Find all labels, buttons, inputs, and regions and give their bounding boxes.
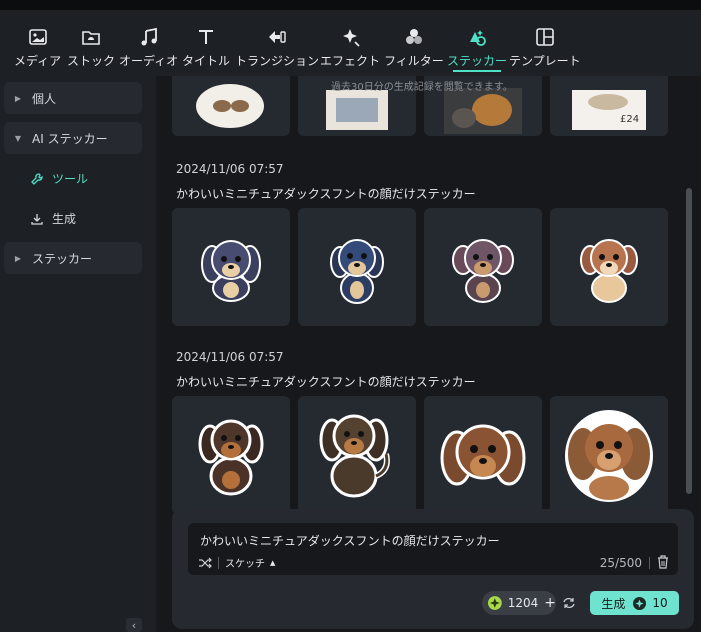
refresh-icon[interactable]	[562, 596, 576, 610]
credits-badge[interactable]: 1204 +	[482, 591, 556, 615]
prompt-input-box[interactable]: かわいいミニチュアダックスフントの顔だけステッカー スケッチ ▲ 25/500	[188, 523, 678, 575]
vertical-scrollbar[interactable]	[686, 188, 692, 494]
toolbar-title-label: タイトル	[182, 54, 231, 68]
style-dropdown[interactable]: スケッチ	[225, 555, 265, 570]
divider	[218, 556, 219, 569]
filter-circles-icon	[405, 29, 422, 44]
music-note-icon	[141, 27, 157, 46]
section-date: 2024/11/06 07:57	[176, 350, 284, 364]
toolbar-template-tab[interactable]: テンプレート	[509, 26, 581, 69]
sidebar-group-personal[interactable]: ▶ 個人	[4, 82, 142, 114]
chevron-down-icon: ▼	[14, 133, 22, 143]
download-tray-icon	[31, 213, 43, 225]
partial-sticker-image: £24	[572, 90, 646, 130]
chevron-right-icon: ▶	[14, 93, 22, 103]
active-tab-indicator	[453, 70, 501, 72]
sticker-tile[interactable]	[550, 396, 668, 514]
sticker-sidebar: ▶ 個人 ▼ AI ステッカー ツール 生成 ▶ ステッカー	[0, 76, 156, 632]
transition-arrows-icon	[269, 31, 286, 43]
stock-icon	[82, 31, 100, 45]
toolbar-stock-tab[interactable]: ストック	[67, 26, 115, 69]
toolbar-filter-label: フィルター	[384, 54, 444, 68]
section-date: 2024/11/06 07:57	[176, 162, 284, 176]
section-prompt: かわいいミニチュアダックスフントの顔だけステッカー	[176, 375, 476, 389]
shuffle-icon[interactable]	[198, 557, 212, 569]
media-icon	[28, 29, 47, 45]
sticker-tile[interactable]	[298, 396, 416, 514]
chevron-left-icon: ‹	[131, 618, 137, 632]
generate-button[interactable]: 生成 10	[590, 591, 679, 615]
long-hair-dachshund-sticker	[319, 414, 390, 498]
sticker-tile[interactable]	[298, 208, 416, 326]
navy-puppy-sticker	[330, 239, 384, 304]
toolbar-media-label: メディア	[14, 54, 62, 68]
trash-icon[interactable]	[656, 554, 670, 570]
text-t-icon	[199, 30, 213, 44]
caret-up-icon: ▲	[270, 558, 276, 567]
sidebar-item-label: 生成	[52, 212, 77, 226]
style-selector-row: スケッチ ▲	[198, 555, 275, 570]
plus-icon: +	[544, 595, 556, 611]
history-hint: 過去30日分の生成記録を閲覧できます。	[331, 82, 513, 93]
wrench-icon	[31, 172, 43, 185]
sidebar-item-label: ツール	[52, 172, 89, 186]
toolbar-filter-tab[interactable]: フィルター	[384, 26, 444, 69]
sticker-tile[interactable]	[424, 396, 542, 514]
sidebar-group-sticker[interactable]: ▶ ステッカー	[4, 242, 142, 274]
toolbar-audio-label: オーディオ	[119, 54, 179, 68]
toolbar-template-label: テンプレート	[509, 54, 581, 68]
section-prompt: かわいいミニチュアダックスフントの顔だけステッカー	[176, 187, 476, 201]
sparkle-wand-icon	[343, 29, 360, 47]
toolbar-title-tab[interactable]: タイトル	[182, 26, 230, 69]
tan-puppy-sticker	[580, 239, 638, 303]
sidebar-group-label: ステッカー	[32, 251, 93, 266]
sticker-tile[interactable]	[172, 396, 290, 514]
toolbar-audio-tab[interactable]: オーディオ	[119, 26, 178, 69]
toolbar-effect-tab[interactable]: エフェクト	[320, 26, 380, 69]
toolbar-media-tab[interactable]: メディア	[14, 26, 61, 69]
dark-navy-puppy-sticker	[201, 240, 261, 302]
purple-brown-puppy-sticker	[452, 239, 514, 303]
toolbar-stock-label: ストック	[67, 54, 116, 68]
stamp-tag-text: £24	[620, 114, 639, 125]
credits-value: 1204	[507, 596, 539, 610]
toolbar-sticker-tab[interactable]: ステッカー	[447, 26, 507, 69]
sticker-shapes-icon	[470, 30, 486, 46]
chevron-right-icon: ▶	[14, 253, 22, 263]
chocolate-dachshund-sticker	[198, 419, 264, 496]
character-counter: 25/500	[599, 556, 642, 570]
toolbar-transition-tab[interactable]: トランジション	[235, 26, 319, 69]
prompt-input-text[interactable]: かわいいミニチュアダックスフントの顔だけステッカー	[200, 532, 500, 549]
prompt-composer: かわいいミニチュアダックスフントの顔だけステッカー スケッチ ▲ 25/500 …	[172, 509, 694, 629]
credit-coin-icon	[633, 596, 647, 610]
sticker-tile[interactable]	[172, 76, 290, 136]
template-layout-icon	[536, 28, 554, 46]
sticker-tile[interactable]	[172, 208, 290, 326]
fluffy-dachshund-sticker	[565, 410, 653, 502]
toolbar-transition-label: トランジション	[235, 54, 320, 68]
collapse-sidebar-button[interactable]: ‹	[126, 618, 142, 632]
main-toolbar: メディア ストック オーディオ タイトル トランジション エフェクト フィルター…	[0, 10, 701, 76]
partial-sticker-image	[196, 84, 264, 128]
generate-cost: 10	[652, 596, 668, 610]
sticker-tile[interactable]: £24	[550, 76, 668, 136]
divider	[649, 557, 650, 569]
sidebar-group-ai-sticker[interactable]: ▼ AI ステッカー	[4, 122, 142, 154]
sidebar-item-generate[interactable]: 生成	[30, 210, 76, 227]
credit-coin-icon	[488, 596, 502, 610]
dachshund-face-sticker	[440, 424, 526, 486]
sidebar-item-tools[interactable]: ツール	[30, 170, 88, 187]
toolbar-effect-label: エフェクト	[320, 54, 381, 68]
sidebar-group-label: 個人	[32, 91, 57, 106]
window-top-strip	[0, 0, 701, 10]
sticker-tile[interactable]	[550, 208, 668, 326]
generate-label: 生成	[601, 596, 626, 611]
toolbar-sticker-label: ステッカー	[447, 54, 508, 68]
sticker-tile[interactable]	[424, 208, 542, 326]
sidebar-group-label: AI ステッカー	[32, 131, 108, 146]
